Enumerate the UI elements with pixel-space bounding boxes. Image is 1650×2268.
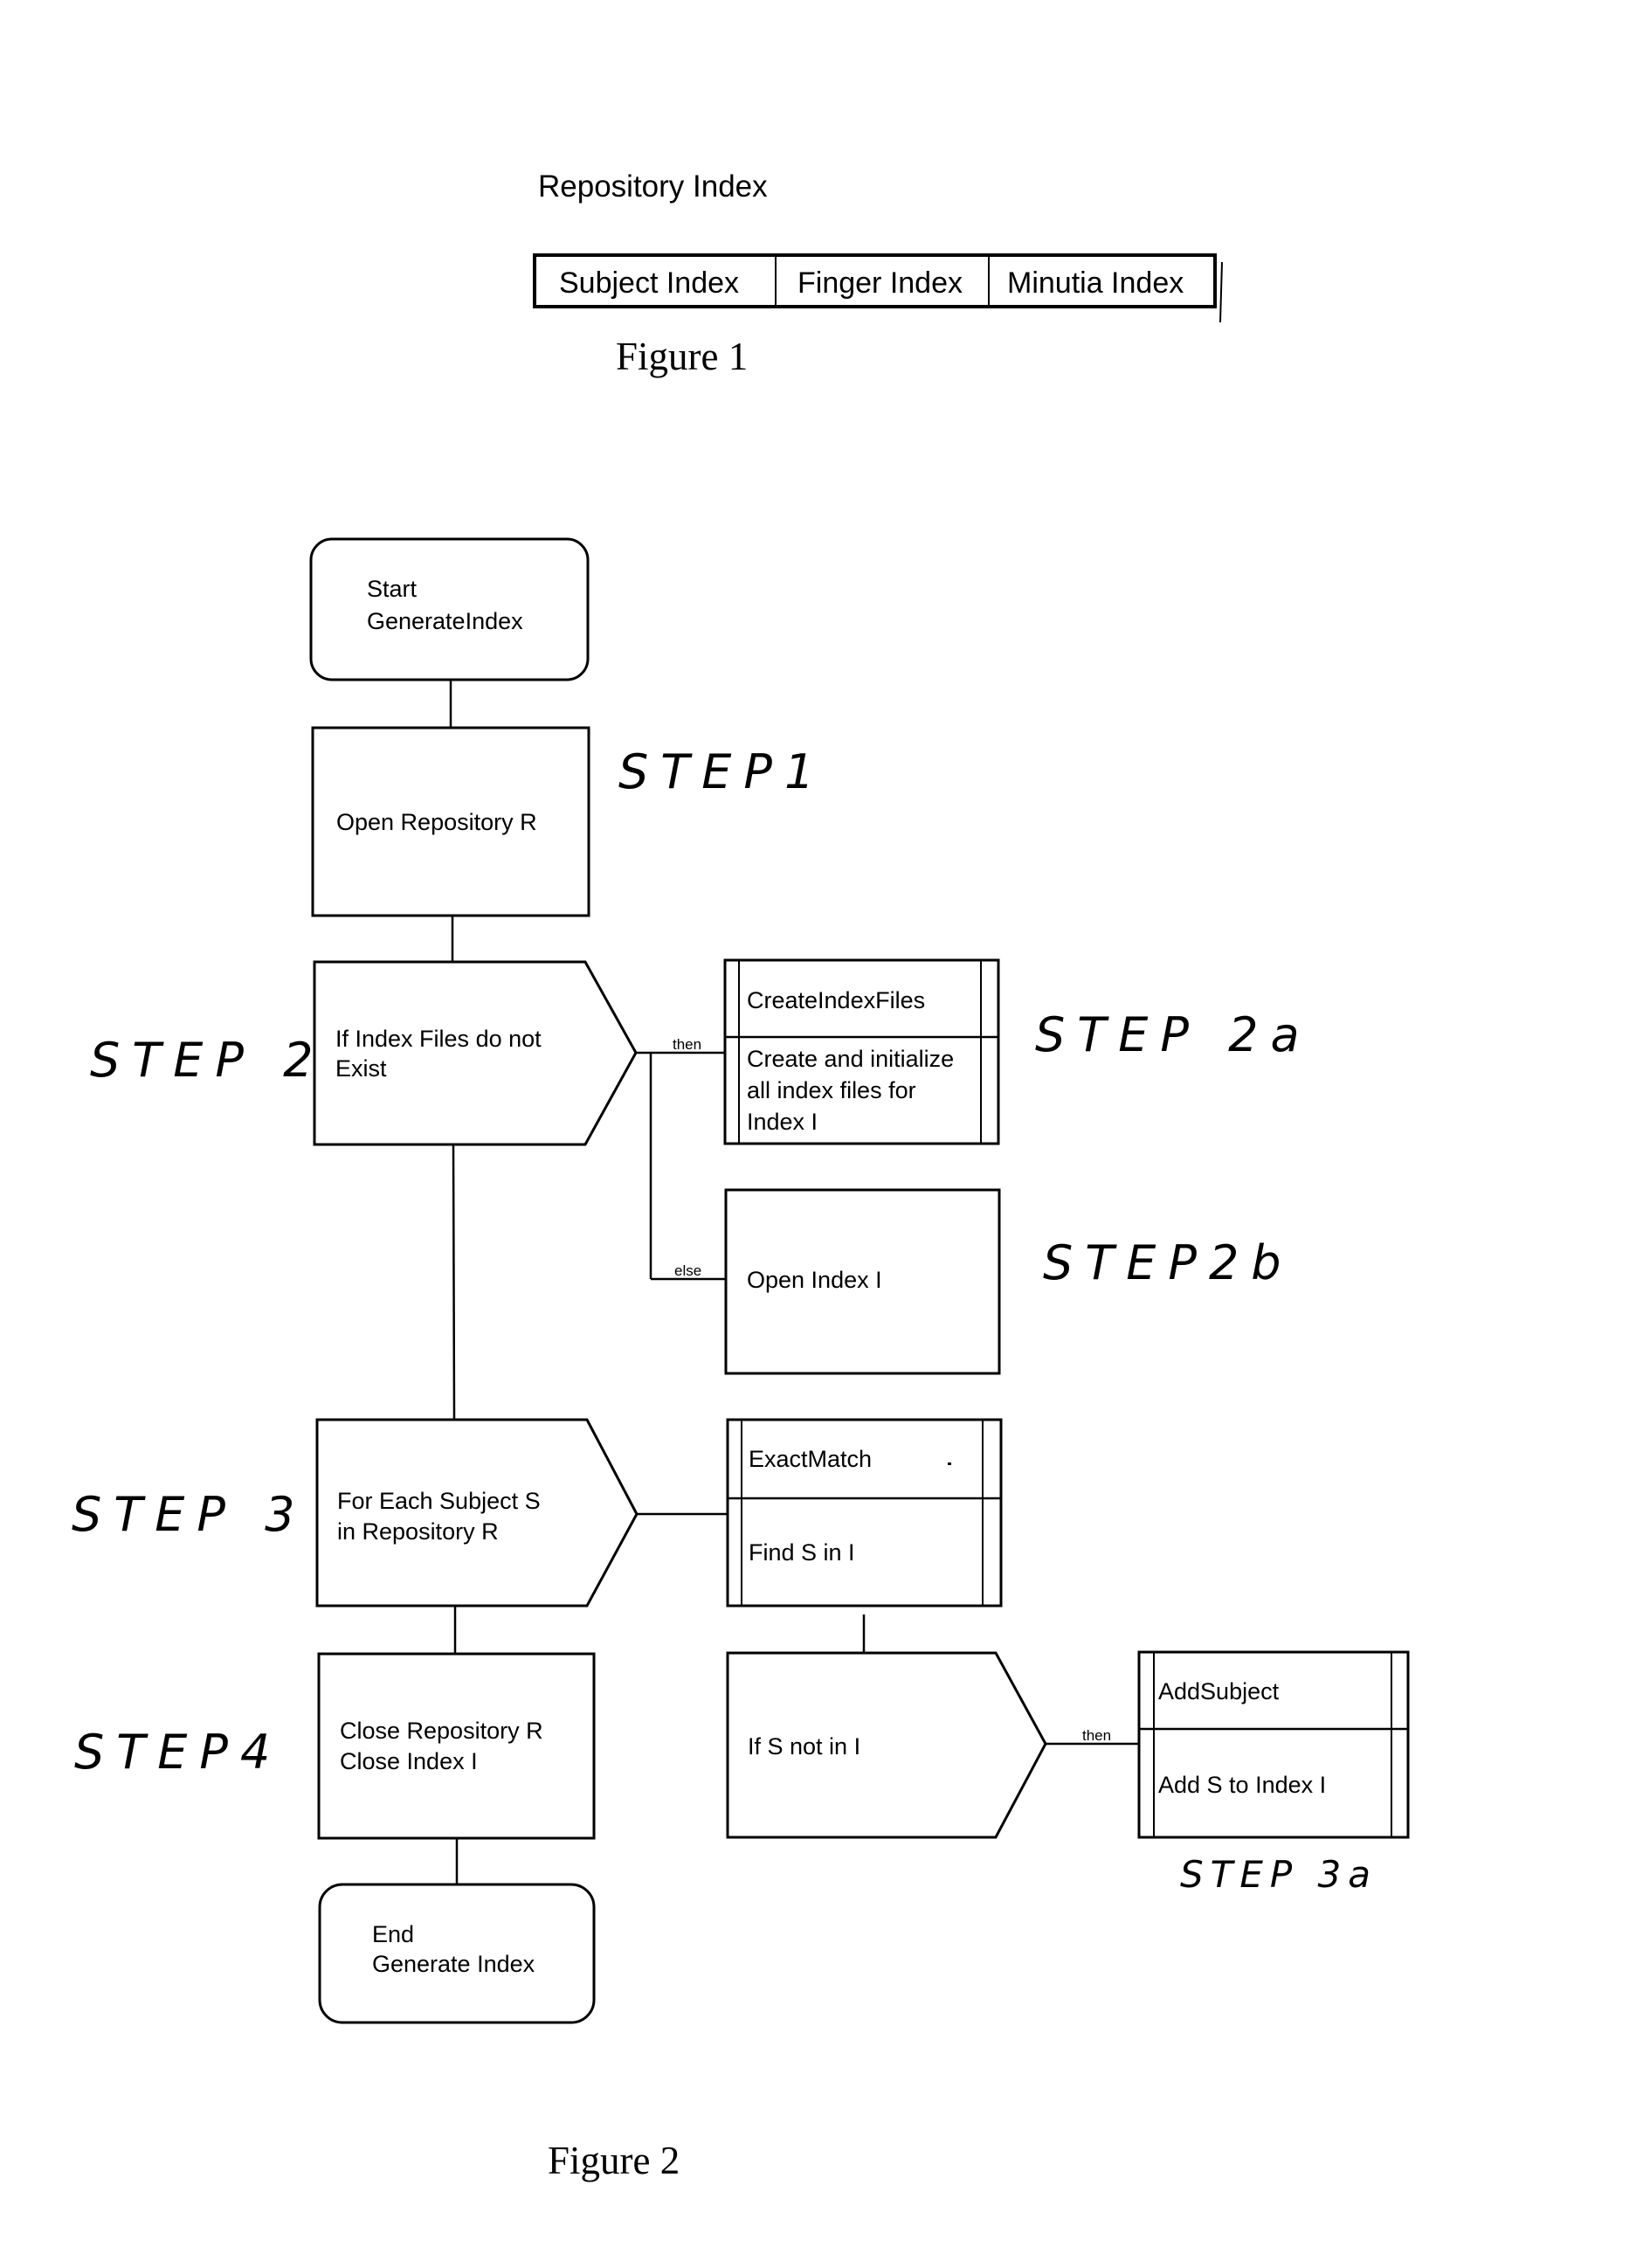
figure-1-caption: Figure 1	[616, 335, 748, 378]
connector	[452, 1144, 456, 1421]
stray-mark	[1219, 261, 1223, 323]
start-name: GenerateIndex	[367, 608, 523, 634]
end-name: Generate Index	[372, 1951, 535, 1977]
for-each-subject-loop: For Each Subject S in Repository R	[315, 1418, 639, 1608]
table-cell-minutia-index: Minutia Index	[1007, 266, 1184, 300]
close-line-1: Close Repository R	[340, 1718, 543, 1744]
patent-drawing-sheet: Repository Index Subject Index Finger In…	[72, 169, 1410, 2182]
open-repository-process: Open Repository R	[311, 726, 590, 917]
for-each-line-1: For Each Subject S	[337, 1488, 541, 1514]
add-subject-title: AddSubject	[1158, 1678, 1280, 1704]
close-line-2: Close Index I	[340, 1748, 478, 1774]
open-index-text: Open Index I	[747, 1267, 882, 1293]
if-s-not-in-i-decision: If S not in I	[726, 1651, 1047, 1839]
if-index-files-decision: If Index Files do not Exist	[313, 960, 638, 1146]
open-repository-text: Open Repository R	[336, 809, 537, 835]
annotation-step-1: STEP1	[618, 744, 826, 799]
annotation-step-2: STEP 2	[90, 1033, 325, 1088]
annotation-step-2a: STEP 2a	[1035, 1007, 1312, 1062]
then-label: then	[673, 1036, 701, 1053]
end-terminator: End Generate Index	[318, 1883, 596, 2024]
create-index-files-subprocess: CreateIndexFiles Create and initialize a…	[723, 958, 1000, 1145]
exact-match-title: ExactMatch	[749, 1446, 872, 1472]
figure-1: Repository Index Subject Index Finger In…	[533, 169, 1223, 378]
create-index-files-body-1: Create and initialize	[747, 1046, 954, 1072]
then-label-2: then	[1082, 1727, 1111, 1744]
create-index-files-title: CreateIndexFiles	[747, 987, 925, 1013]
table-cell-subject-index: Subject Index	[559, 266, 739, 300]
for-each-line-2: in Repository R	[337, 1518, 499, 1545]
create-index-files-body-3: Index I	[747, 1109, 818, 1135]
create-index-files-body-2: all index files for	[747, 1077, 916, 1103]
exact-match-body: Find S in I	[749, 1539, 855, 1566]
else-label: else	[674, 1262, 701, 1279]
start-label: Start	[367, 576, 418, 602]
if-s-text: If S not in I	[748, 1733, 860, 1760]
annotation-step-2b: STEP2b	[1043, 1235, 1294, 1290]
annotation-step-3: STEP 3	[72, 1487, 307, 1542]
add-subject-subprocess: AddSubject Add S to Index I	[1137, 1650, 1410, 1839]
annotation-step-3a: STEP 3a	[1180, 1853, 1377, 1896]
add-subject-body: Add S to Index I	[1158, 1772, 1326, 1798]
figure-2-flowchart: Start GenerateIndex Open Repository R If…	[72, 537, 1410, 2182]
stray-dot	[948, 1462, 951, 1465]
table-cell-finger-index: Finger Index	[797, 266, 963, 300]
exact-match-subprocess: ExactMatch Find S in I	[726, 1418, 1003, 1608]
end-label: End	[372, 1921, 414, 1947]
start-terminator: Start GenerateIndex	[309, 537, 590, 681]
if-index-line-1: If Index Files do not	[335, 1026, 542, 1052]
open-index-process: Open Index I	[724, 1188, 1001, 1375]
annotation-step-4: STEP4	[74, 1725, 282, 1780]
figure-2-caption: Figure 2	[548, 2139, 680, 2182]
close-process: Close Repository R Close Index I	[317, 1652, 596, 1840]
repository-index-table: Subject Index Finger Index Minutia Index	[533, 253, 1223, 323]
repository-index-title: Repository Index	[538, 169, 768, 204]
if-index-line-2: Exist	[335, 1055, 387, 1082]
